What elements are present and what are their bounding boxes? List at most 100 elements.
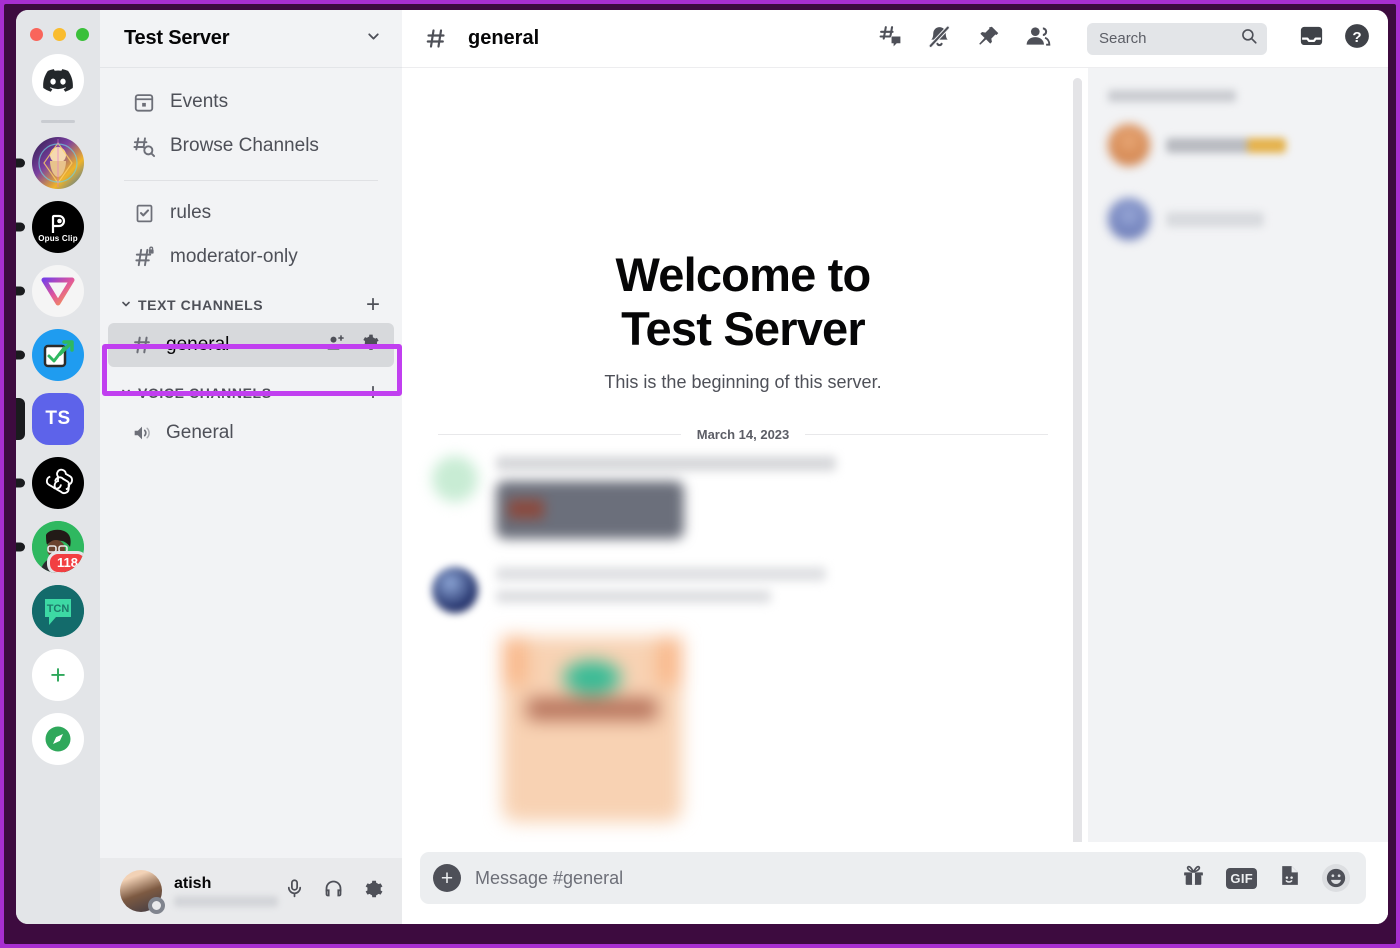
server-avatar (32, 329, 84, 381)
status-indicator (148, 897, 165, 914)
members-icon[interactable] (1025, 23, 1051, 54)
category-text-channels[interactable]: TEXT CHANNELS + (100, 279, 402, 323)
date-separator-line-right (805, 434, 1049, 436)
welcome-block: Welcome to Test Server This is the begin… (420, 68, 1066, 393)
headphones-icon[interactable] (323, 878, 344, 904)
server-item-discord-home[interactable] (16, 54, 100, 106)
server-item-checkmark[interactable] (16, 329, 100, 381)
discord-logo-icon (32, 54, 84, 106)
notification-muted-icon[interactable] (927, 24, 952, 54)
explore-compass-icon (32, 713, 84, 765)
server-avatar (32, 137, 84, 189)
message-group (420, 442, 1066, 540)
server-avatar: 118 (32, 521, 84, 573)
sidebar-item-label: Browse Channels (170, 135, 319, 156)
list-item[interactable] (1108, 198, 1372, 240)
welcome-subtitle: This is the beginning of this server. (604, 372, 882, 393)
gif-icon[interactable]: GIF (1226, 867, 1257, 889)
sidebar-item-label: rules (170, 202, 212, 223)
explore-servers-button[interactable] (16, 713, 100, 765)
channel-name: General (166, 422, 234, 443)
server-avatar (32, 457, 84, 509)
window-traffic-lights (30, 28, 89, 41)
message-group (420, 539, 1066, 614)
message-scrollbar-thumb[interactable] (1073, 78, 1082, 842)
unread-pill (16, 158, 25, 168)
chat-channel-title: general (468, 27, 540, 49)
server-item-test-server[interactable]: TS (16, 393, 100, 445)
emoji-icon[interactable] (1322, 864, 1350, 892)
message-list: Welcome to Test Server This is the begin… (402, 68, 1088, 842)
channel-sidebar: Test Server Events Browse Channels rules… (100, 10, 402, 924)
server-item-personal[interactable]: 118 (16, 521, 100, 573)
sticker-icon[interactable] (1277, 863, 1302, 893)
date-separator-line-left (438, 434, 681, 436)
unread-pill (16, 286, 25, 296)
gear-icon[interactable] (360, 333, 380, 358)
browse-channels-icon (132, 134, 156, 158)
sidebar-item-label: Events (170, 91, 229, 112)
chevron-down-icon (120, 298, 132, 313)
speaker-icon (130, 421, 154, 445)
active-server-pill (16, 398, 25, 440)
add-member-icon[interactable] (326, 333, 346, 358)
unread-badge: 118 (47, 551, 84, 573)
gear-icon[interactable] (362, 878, 384, 905)
message-author-redacted (496, 456, 836, 472)
avatar[interactable] (432, 456, 478, 503)
user-name: atish (174, 875, 212, 892)
message-content-redacted (496, 456, 1066, 540)
server-list: Opus Clip TS 118 TCN + (16, 54, 100, 777)
date-separator-label: March 14, 2023 (696, 427, 790, 443)
member-name-redacted (1166, 137, 1286, 153)
server-item-verge[interactable] (16, 265, 100, 317)
user-actions (284, 878, 384, 905)
server-header-dropdown[interactable]: Test Server (100, 10, 402, 68)
channel-item-general[interactable]: general (108, 323, 394, 367)
date-separator: March 14, 2023 (438, 427, 1049, 443)
server-avatar (32, 265, 84, 317)
message-attachment-redacted[interactable] (502, 637, 682, 823)
calendar-icon (132, 90, 156, 114)
sidebar-item-events[interactable]: Events (108, 80, 394, 124)
channel-item-general-voice[interactable]: General (108, 411, 394, 455)
server-item-opus-clip[interactable]: Opus Clip (16, 201, 100, 253)
discord-app-window: Opus Clip TS 118 TCN + Test Server Event… (16, 10, 1388, 924)
minimize-window-button[interactable] (53, 28, 66, 41)
server-item-tcn[interactable]: TCN (16, 585, 100, 637)
avatar (1108, 198, 1150, 240)
add-server-button[interactable]: + (16, 649, 100, 701)
sidebar-item-rules[interactable]: rules (108, 191, 394, 235)
gift-icon[interactable] (1181, 863, 1206, 893)
hash-icon (424, 27, 448, 51)
message-input[interactable]: + Message #general GIF (420, 852, 1366, 904)
zoom-window-button[interactable] (76, 28, 89, 41)
sidebar-item-browse-channels[interactable]: Browse Channels (108, 124, 394, 168)
add-attachment-button[interactable]: + (433, 864, 461, 892)
avatar[interactable] (120, 870, 165, 914)
inbox-icon[interactable] (1299, 24, 1324, 54)
category-label: TEXT CHANNELS (138, 297, 264, 313)
chat-area: general Search ? Welcome to Test Server … (402, 10, 1388, 924)
server-item-openai[interactable] (16, 457, 100, 509)
server-rail-divider (41, 120, 75, 123)
user-meta: atish (174, 875, 278, 907)
unread-pill (16, 542, 25, 552)
sidebar-item-label: moderator-only (170, 246, 298, 267)
category-label: VOICE CHANNELS (138, 385, 272, 401)
help-icon[interactable]: ? (1344, 23, 1370, 54)
list-item[interactable] (1108, 124, 1372, 166)
category-voice-channels[interactable]: VOICE CHANNELS + (100, 367, 402, 411)
microphone-icon[interactable] (284, 878, 305, 904)
sidebar-item-moderator-only[interactable]: moderator-only (108, 235, 394, 279)
add-text-channel-button[interactable]: + (366, 293, 380, 317)
server-avatar: Opus Clip (32, 201, 84, 253)
threads-icon[interactable] (878, 24, 903, 54)
server-item-jesus[interactable] (16, 137, 100, 189)
avatar[interactable] (432, 567, 478, 614)
search-input[interactable]: Search (1087, 22, 1267, 55)
add-voice-channel-button[interactable]: + (366, 381, 380, 405)
pinned-messages-icon[interactable] (976, 24, 1001, 54)
message-scroll-container: Welcome to Test Server This is the begin… (402, 68, 1088, 842)
close-window-button[interactable] (30, 28, 43, 41)
